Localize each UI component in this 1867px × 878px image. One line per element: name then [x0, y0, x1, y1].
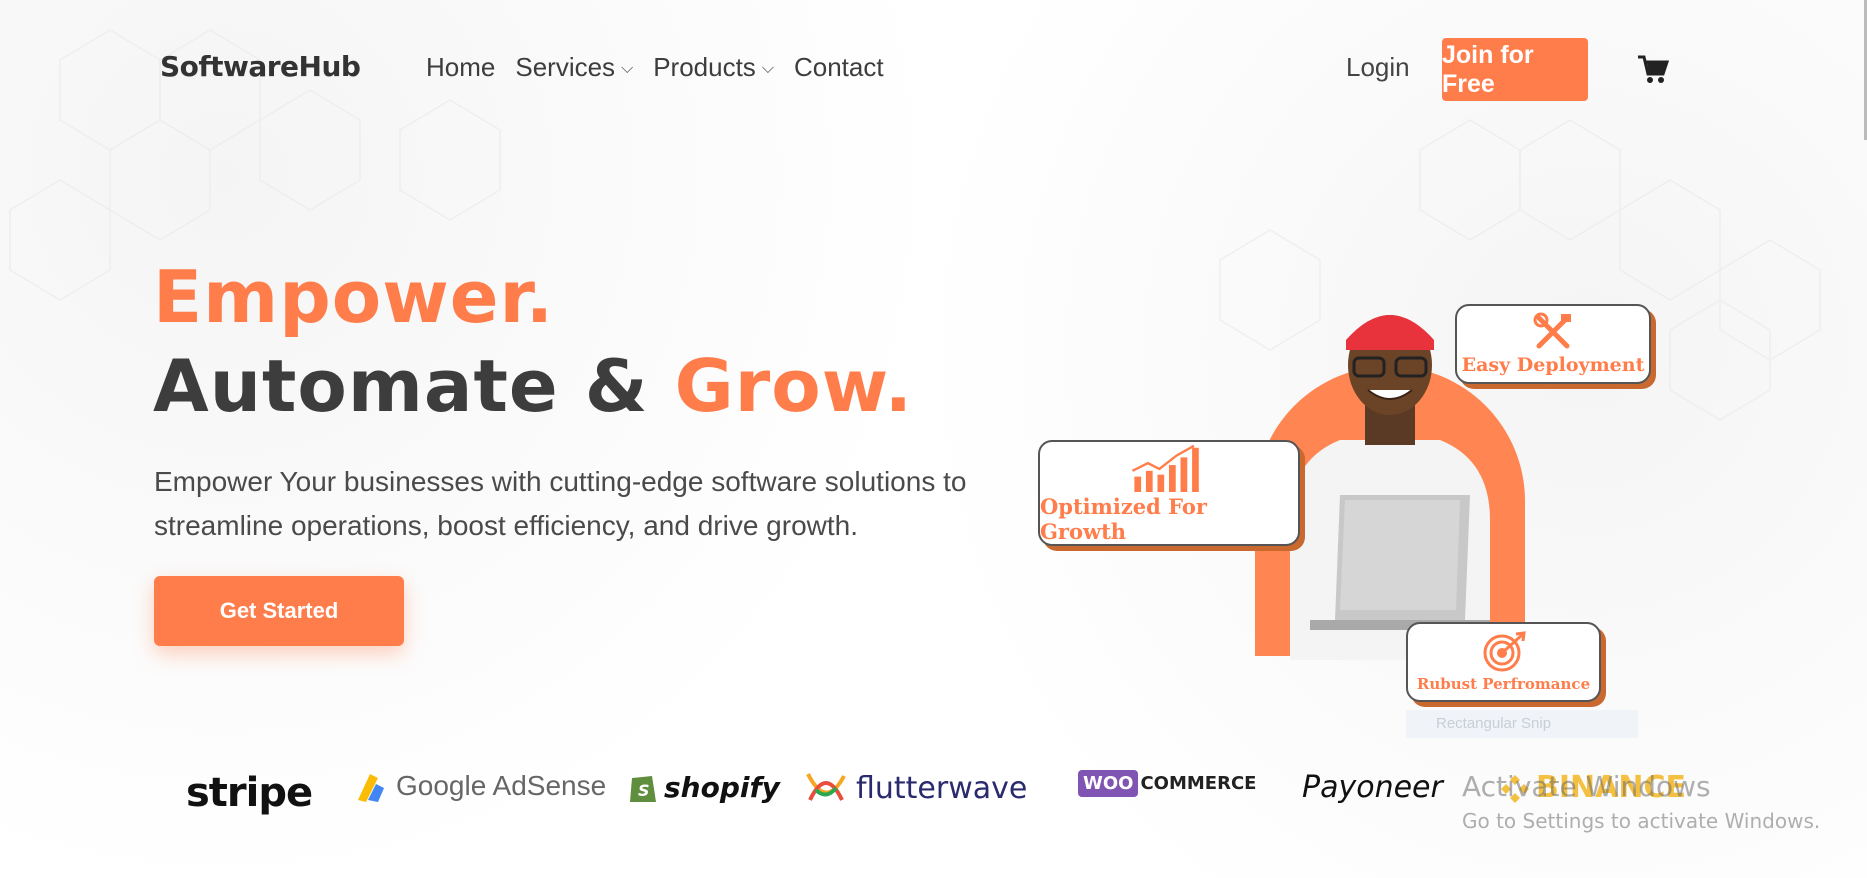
flutterwave-logo: flutterwave	[804, 770, 1027, 806]
shopify-text: shopify	[664, 770, 780, 804]
nav-item-services[interactable]: Services ⌵	[515, 52, 633, 83]
feature-card-performance: Rubust Perfromance	[1406, 622, 1601, 702]
login-link[interactable]: Login	[1346, 52, 1410, 83]
join-for-free-button[interactable]: Join for Free	[1442, 38, 1588, 101]
site-logo[interactable]: SoftwareHub	[160, 50, 361, 83]
top-navigation: SoftwareHub Home Services ⌵ Products ⌵ C…	[0, 0, 1867, 140]
windows-activation-watermark: Activate Windows Go to Settings to activ…	[1462, 770, 1862, 833]
hero-title-accent: Grow.	[674, 344, 913, 428]
nav-item-label: Services	[515, 52, 616, 82]
nav-item-label: Contact	[793, 52, 884, 82]
adsense-text: Google AdSense	[396, 770, 607, 801]
flutterwave-text: flutterwave	[856, 770, 1028, 806]
tools-icon	[1533, 312, 1571, 349]
watermark-title: Activate Windows	[1462, 770, 1711, 803]
nav-item-contact[interactable]: Contact	[794, 52, 884, 83]
shopify-logo: S shopify	[628, 770, 780, 804]
hero-title-line1: Empower.	[153, 255, 555, 339]
chevron-down-icon: ⌵	[621, 60, 634, 77]
feature-card-label: Optimized For Growth	[1040, 494, 1207, 544]
svg-text:S: S	[638, 781, 650, 800]
nav-item-label: Home	[426, 52, 496, 82]
woo-text: COMMERCE	[1140, 773, 1257, 794]
stripe-logo: stripe	[186, 770, 313, 816]
feature-card-growth: Optimized For Growth	[1038, 440, 1300, 546]
nav-links: Home Services ⌵ Products ⌵ Contact	[426, 52, 884, 83]
feature-card-deployment: Easy Deployment	[1455, 304, 1651, 384]
watermark-subtitle: Go to Settings to activate Windows.	[1462, 809, 1821, 833]
flutterwave-icon	[806, 773, 846, 801]
snip-tool-tooltip: Rectangular Snip	[1406, 710, 1638, 738]
hero-subtitle: Empower Your businesses with cutting-edg…	[154, 466, 967, 541]
chevron-down-icon: ⌵	[761, 60, 774, 77]
shopify-bag-icon: S	[630, 776, 656, 802]
get-started-button[interactable]: Get Started	[154, 576, 404, 646]
woocommerce-logo: WOO COMMERCE	[1078, 770, 1256, 797]
bar-chart-icon	[1131, 444, 1199, 492]
cart-icon[interactable]	[1636, 52, 1670, 86]
nav-item-products[interactable]: Products ⌵	[653, 52, 774, 83]
feature-card-label: Easy Deployment	[1461, 354, 1645, 376]
feature-card-label: Rubust Perfromance	[1416, 675, 1591, 693]
hero-title-text: Automate &	[153, 344, 675, 428]
hero-title-line2: Automate & Grow.	[153, 344, 913, 428]
google-adsense-logo: Google AdSense	[354, 770, 606, 802]
woo-box: WOO	[1078, 770, 1139, 797]
nav-item-home[interactable]: Home	[426, 52, 495, 83]
payoneer-logo: Payoneer	[1302, 770, 1443, 805]
adsense-icon	[358, 774, 384, 802]
nav-item-label: Products	[653, 52, 756, 82]
target-icon	[1483, 631, 1526, 672]
